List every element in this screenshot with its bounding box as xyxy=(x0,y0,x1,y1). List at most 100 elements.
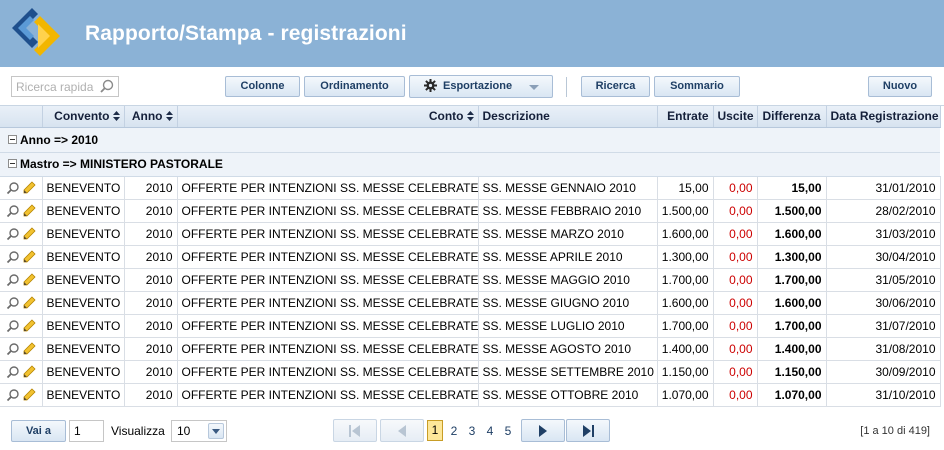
table-row[interactable]: BENEVENTO 2010 OFFERTE PER INTENZIONI SS. … xyxy=(0,360,941,384)
cell-year: 2010 xyxy=(124,199,178,223)
goto-page-input[interactable] xyxy=(69,420,104,442)
cell-convent: BENEVENTO xyxy=(42,383,125,407)
edit-pencil-icon[interactable] xyxy=(22,296,36,310)
table-row[interactable]: BENEVENTO 2010 OFFERTE PER INTENZIONI SS. … xyxy=(0,222,941,246)
sort-icon xyxy=(466,111,474,122)
cell-income: 1.300,00 xyxy=(657,245,714,269)
quick-search-input[interactable] xyxy=(12,77,100,96)
edit-pencil-icon[interactable] xyxy=(22,342,36,356)
sort-button[interactable]: Ordinamento xyxy=(304,76,405,97)
view-magnifier-icon[interactable] xyxy=(6,342,20,356)
last-page-button[interactable] xyxy=(566,419,610,442)
new-button[interactable]: Nuovo xyxy=(868,76,932,97)
goto-page-button[interactable]: Vai a xyxy=(11,420,66,442)
cell-expense: 0,00 xyxy=(713,245,758,269)
export-button[interactable]: Esportazione xyxy=(409,75,553,98)
cell-date: 30/09/2010 xyxy=(826,360,941,384)
next-page-button[interactable] xyxy=(521,419,565,442)
quick-search-box[interactable] xyxy=(11,76,119,97)
page-title: Rapporto/Stampa - registrazioni xyxy=(85,22,407,45)
row-actions xyxy=(0,337,43,361)
edit-pencil-icon[interactable] xyxy=(22,250,36,264)
cell-convent: BENEVENTO xyxy=(42,291,125,315)
per-page-select[interactable]: 10 xyxy=(171,420,227,442)
cell-difference: 1.400,00 xyxy=(757,337,827,361)
row-actions xyxy=(0,222,43,246)
view-magnifier-icon[interactable] xyxy=(6,181,20,195)
page-link-5[interactable]: 5 xyxy=(500,422,516,442)
group-cell-year: Anno => 2010 xyxy=(0,127,940,153)
cell-expense: 0,00 xyxy=(713,199,758,223)
header-date[interactable]: Data Registrazione xyxy=(826,106,941,128)
cell-convent: BENEVENTO xyxy=(42,199,125,223)
view-magnifier-icon[interactable] xyxy=(6,296,20,310)
group-row-year[interactable]: Anno => 2010 xyxy=(0,127,940,153)
header-convent[interactable]: Convento xyxy=(42,106,125,128)
search-icon[interactable] xyxy=(99,78,116,95)
edit-pencil-icon[interactable] xyxy=(22,388,36,402)
header-year[interactable]: Anno xyxy=(124,106,178,128)
table-row[interactable]: BENEVENTO 2010 OFFERTE PER INTENZIONI SS. … xyxy=(0,314,941,338)
prev-page-button[interactable] xyxy=(380,419,424,442)
header-difference[interactable]: Differenza xyxy=(757,106,827,128)
table-row[interactable]: BENEVENTO 2010 OFFERTE PER INTENZIONI SS. … xyxy=(0,291,941,315)
cell-difference: 1.070,00 xyxy=(757,383,827,407)
cell-convent: BENEVENTO xyxy=(42,360,125,384)
page-link-1[interactable]: 1 xyxy=(427,420,443,441)
cell-account: OFFERTE PER INTENZIONI SS. MESSE CELEBRA… xyxy=(177,314,479,338)
cell-difference: 15,00 xyxy=(757,176,827,200)
chevron-down-icon[interactable] xyxy=(208,423,224,439)
table-row[interactable]: BENEVENTO 2010 OFFERTE PER INTENZIONI SS. … xyxy=(0,337,941,361)
search-button[interactable]: Ricerca xyxy=(581,76,650,97)
cell-year: 2010 xyxy=(124,268,178,292)
view-magnifier-icon[interactable] xyxy=(6,388,20,402)
cell-year: 2010 xyxy=(124,245,178,269)
edit-pencil-icon[interactable] xyxy=(22,181,36,195)
edit-pencil-icon[interactable] xyxy=(22,204,36,218)
summary-button[interactable]: Sommario xyxy=(654,76,740,97)
cell-income: 1.700,00 xyxy=(657,268,714,292)
edit-pencil-icon[interactable] xyxy=(22,365,36,379)
table-row[interactable]: BENEVENTO 2010 OFFERTE PER INTENZIONI SS. … xyxy=(0,199,941,223)
header-account-label: Conto xyxy=(428,109,464,124)
page-link-4[interactable]: 4 xyxy=(482,422,498,442)
cell-income: 1.500,00 xyxy=(657,199,714,223)
view-magnifier-icon[interactable] xyxy=(6,273,20,287)
view-magnifier-icon[interactable] xyxy=(6,365,20,379)
cell-expense: 0,00 xyxy=(713,337,758,361)
columns-button[interactable]: Colonne xyxy=(225,76,300,97)
page-link-3[interactable]: 3 xyxy=(464,422,480,442)
view-magnifier-icon[interactable] xyxy=(6,319,20,333)
edit-pencil-icon[interactable] xyxy=(22,273,36,287)
page-link-2[interactable]: 2 xyxy=(446,422,462,442)
cell-description: SS. MESSE APRILE 2010 xyxy=(478,245,658,269)
group-row-ledger[interactable]: Mastro => MINISTERO PASTORALE xyxy=(0,152,940,177)
collapse-icon[interactable] xyxy=(8,134,17,144)
export-label: Esportazione xyxy=(443,80,513,92)
view-magnifier-icon[interactable] xyxy=(6,204,20,218)
edit-pencil-icon[interactable] xyxy=(22,227,36,241)
row-actions xyxy=(0,383,43,407)
table-row[interactable]: BENEVENTO 2010 OFFERTE PER INTENZIONI SS. … xyxy=(0,176,941,200)
cell-account: OFFERTE PER INTENZIONI SS. MESSE CELEBRA… xyxy=(177,176,479,200)
table-row[interactable]: BENEVENTO 2010 OFFERTE PER INTENZIONI SS. … xyxy=(0,268,941,292)
header-description[interactable]: Descrizione xyxy=(478,106,658,128)
edit-pencil-icon[interactable] xyxy=(22,319,36,333)
header-expense[interactable]: Uscite xyxy=(713,106,758,128)
collapse-icon[interactable] xyxy=(8,159,17,168)
view-magnifier-icon[interactable] xyxy=(6,227,20,241)
cell-convent: BENEVENTO xyxy=(42,176,125,200)
header-actions xyxy=(0,106,43,128)
first-page-button[interactable] xyxy=(333,419,377,442)
table-row[interactable]: BENEVENTO 2010 OFFERTE PER INTENZIONI SS. … xyxy=(0,245,941,269)
header-year-label: Anno xyxy=(131,109,163,124)
row-actions xyxy=(0,199,43,223)
table-row[interactable]: BENEVENTO 2010 OFFERTE PER INTENZIONI SS. … xyxy=(0,383,941,407)
header-account[interactable]: Conto xyxy=(177,106,479,128)
view-magnifier-icon[interactable] xyxy=(6,250,20,264)
header-income[interactable]: Entrate xyxy=(657,106,714,128)
cell-convent: BENEVENTO xyxy=(42,222,125,246)
cell-income: 1.600,00 xyxy=(657,222,714,246)
cell-expense: 0,00 xyxy=(713,360,758,384)
last-page-icon xyxy=(583,425,594,437)
